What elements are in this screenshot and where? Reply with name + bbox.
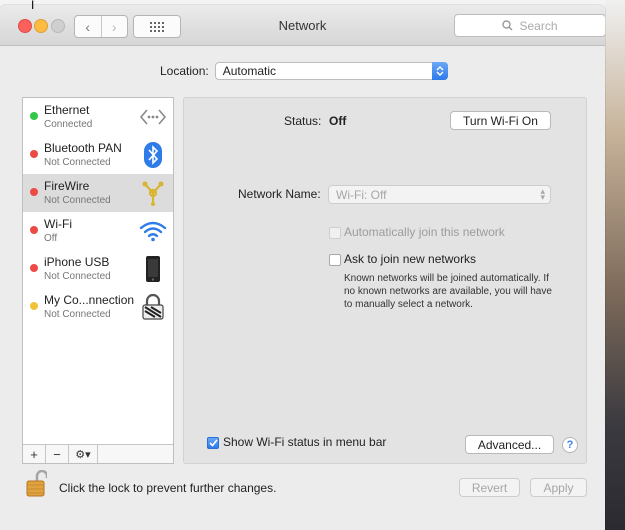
select-arrows-icon: ▴ ▾ xyxy=(540,186,545,202)
wifi-icon xyxy=(139,217,167,245)
select-arrows-icon xyxy=(431,62,448,80)
unlocked-padlock-icon xyxy=(26,469,49,497)
search-field[interactable]: Search xyxy=(454,14,605,37)
ethernet-icon xyxy=(139,103,167,131)
service-item-ethernet[interactable]: Ethernet Connected xyxy=(23,98,173,136)
status-label: Status: xyxy=(284,114,322,128)
show-wifi-status-label: Show Wi-Fi status in menu bar xyxy=(223,435,387,449)
service-item-bluetooth-pan[interactable]: Bluetooth PAN Not Connected xyxy=(23,136,173,174)
service-status: Not Connected xyxy=(44,195,111,206)
desktop-background xyxy=(605,0,625,530)
service-name: My Co...nnection xyxy=(44,293,135,307)
auto-join-label: Automatically join this network xyxy=(344,225,505,239)
text-cursor-icon: I xyxy=(31,0,35,12)
service-actions-gear-button[interactable]: ⚙▾ xyxy=(69,445,98,463)
ask-join-checkbox[interactable] xyxy=(329,254,341,266)
service-status: Not Connected xyxy=(44,309,111,320)
service-name: FireWire xyxy=(44,179,90,193)
service-name: Ethernet xyxy=(44,103,90,117)
advanced-button[interactable]: Advanced... xyxy=(465,435,554,454)
auto-join-checkbox[interactable] xyxy=(329,227,341,239)
service-item-firewire[interactable]: FireWire Not Connected xyxy=(23,174,173,212)
remove-service-button[interactable]: − xyxy=(46,445,69,463)
service-status: Not Connected xyxy=(44,271,111,282)
status-dot xyxy=(30,264,38,272)
show-wifi-status-checkbox[interactable] xyxy=(207,437,219,449)
service-list-toolbar: + − ⚙▾ xyxy=(23,444,173,463)
service-name: Bluetooth PAN xyxy=(44,141,122,155)
service-name: iPhone USB xyxy=(44,255,110,269)
add-service-button[interactable]: + xyxy=(23,445,46,463)
status-value: Off xyxy=(329,114,347,128)
network-preferences-window: ‹ › Network Search Location: Automatic E… xyxy=(0,5,605,530)
apply-button[interactable]: Apply xyxy=(530,478,587,497)
location-value: Automatic xyxy=(222,64,277,78)
service-list: Ethernet Connected Bluetooth PAN Not Connec… xyxy=(22,97,174,464)
status-dot xyxy=(30,150,38,158)
status-dot xyxy=(30,188,38,196)
turn-wifi-on-button[interactable]: Turn Wi-Fi On xyxy=(450,111,551,130)
iphone-icon xyxy=(139,255,167,283)
location-label: Location: xyxy=(160,64,209,78)
titlebar: ‹ › Network Search xyxy=(0,5,605,46)
service-item-wi-fi[interactable]: Wi-Fi Off xyxy=(23,212,173,250)
search-icon xyxy=(502,20,513,31)
service-item-iphone-usb[interactable]: iPhone USB Not Connected xyxy=(23,250,173,288)
service-status: Connected xyxy=(44,119,93,130)
network-name-label: Network Name: xyxy=(238,187,321,201)
lock-button[interactable] xyxy=(25,469,49,498)
network-name-select[interactable]: Wi-Fi: Off ▴ ▾ xyxy=(328,185,551,204)
search-placeholder: Search xyxy=(519,18,558,33)
location-select[interactable]: Automatic xyxy=(214,62,448,80)
status-dot xyxy=(30,226,38,234)
service-name: Wi-Fi xyxy=(44,217,72,231)
vpn-lock-icon xyxy=(139,293,167,321)
lock-message: Click the lock to prevent further change… xyxy=(59,481,277,495)
location-row: Location: Automatic xyxy=(160,62,448,80)
checkmark-icon xyxy=(208,439,218,447)
service-status: Not Connected xyxy=(44,157,111,168)
ask-join-help-text: Known networks will be joined automatica… xyxy=(344,273,552,310)
service-status: Off xyxy=(44,233,58,244)
firewire-icon xyxy=(139,179,167,207)
status-dot xyxy=(30,302,38,310)
wifi-detail-panel: Status: Off Turn Wi-Fi On Network Name: … xyxy=(183,97,587,464)
status-dot xyxy=(30,112,38,120)
bluetooth-icon xyxy=(139,141,167,169)
help-button[interactable]: ? xyxy=(562,437,578,453)
network-name-value: Wi-Fi: Off xyxy=(336,187,387,202)
ask-join-label: Ask to join new networks xyxy=(344,252,477,266)
revert-button[interactable]: Revert xyxy=(459,478,520,497)
service-item-my-co-nnection[interactable]: My Co...nnection Not Connected xyxy=(23,288,173,326)
